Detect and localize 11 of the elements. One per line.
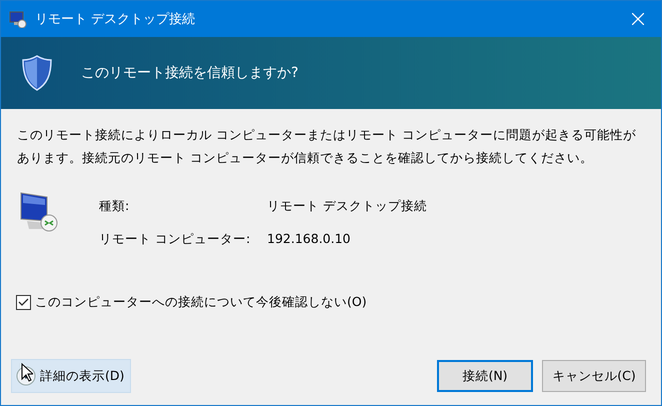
show-details-button[interactable]: 詳細の表示(D) [11, 359, 132, 393]
checkbox-label[interactable]: このコンピューターへの接続について今後確認しない(O) [35, 294, 367, 311]
detail-label: 種類: [99, 198, 130, 215]
warning-message: このリモート接続によりローカル コンピューターまたはリモート コンピューターに問題が起きる可能性があります。接続元のリモート コンピューターが信頼できることを確認してから接続してください。 [17, 126, 637, 167]
window-title: リモート デスクトップ接続 [35, 11, 196, 28]
dialog-button[interactable]: 接続(N) [437, 360, 533, 392]
detail-value: リモート デスクトップ接続 [267, 198, 427, 215]
banner-heading: このリモート接続を信頼しますか? [81, 64, 298, 82]
dialog-button[interactable]: キャンセル(C) [542, 360, 646, 392]
detail-value: 192.168.0.10 [267, 231, 352, 248]
detail-label: リモート コンピューター: [99, 231, 252, 248]
